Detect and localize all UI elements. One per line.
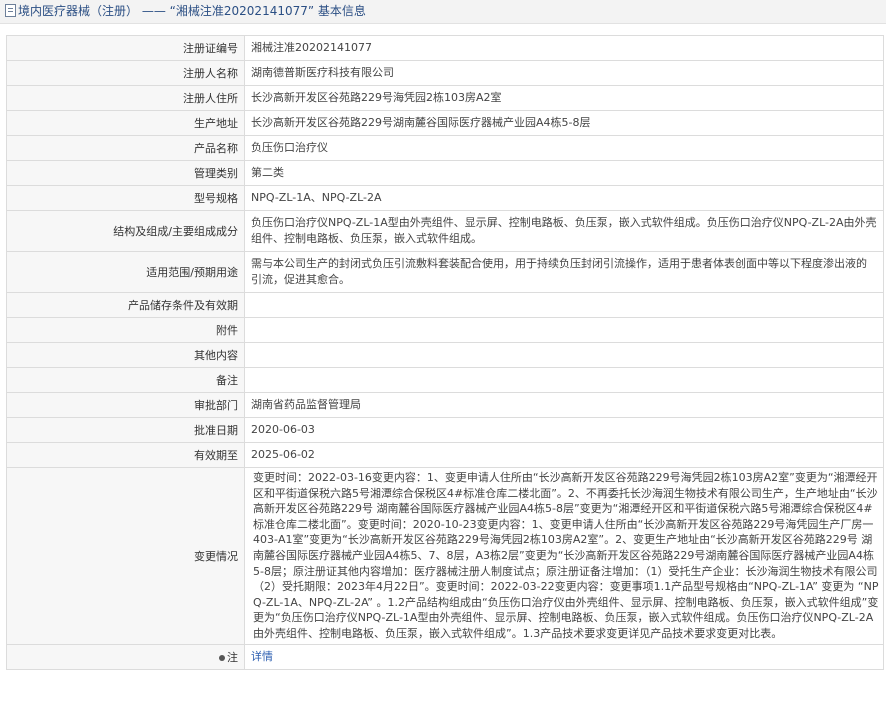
- label-model: 型号规格: [6, 185, 245, 211]
- value-address: 长沙高新开发区谷苑路229号海凭园2栋103房A2室: [244, 85, 884, 111]
- value-approve-date: 2020-06-03: [244, 417, 884, 443]
- row-production-address: 生产地址 长沙高新开发区谷苑路229号湖南麓谷国际医疗器械产业园A4栋5-8层: [6, 110, 884, 136]
- breadcrumb-category[interactable]: 境内医疗器械（注册）: [18, 4, 138, 18]
- label-address: 注册人住所: [6, 85, 245, 111]
- row-other: 其他内容: [6, 342, 884, 368]
- label-note: 注: [227, 650, 238, 664]
- pin-icon: [219, 654, 225, 661]
- label-category: 管理类别: [6, 160, 245, 186]
- breadcrumb-section: 基本信息: [317, 4, 366, 18]
- label-other: 其他内容: [6, 342, 245, 368]
- value-other: [244, 342, 884, 368]
- label-remark: 备注: [6, 367, 245, 393]
- label-storage: 产品储存条件及有效期: [6, 292, 245, 318]
- label-registrant: 注册人名称: [6, 60, 245, 86]
- label-reg-no: 注册证编号: [6, 35, 245, 61]
- label-dept: 审批部门: [6, 392, 245, 418]
- label-production-address: 生产地址: [6, 110, 245, 136]
- details-link[interactable]: 详情: [251, 650, 273, 663]
- label-scope: 适用范围/预期用途: [6, 251, 245, 293]
- row-registrant: 注册人名称 湖南德普斯医疗科技有限公司: [6, 60, 884, 86]
- value-category: 第二类: [244, 160, 884, 186]
- value-registrant: 湖南德普斯医疗科技有限公司: [244, 60, 884, 86]
- row-remark: 备注: [6, 367, 884, 393]
- row-reg-no: 注册证编号 湘械注准20202141077: [6, 35, 884, 61]
- label-changes: 变更情况: [6, 467, 245, 645]
- value-dept: 湖南省药品监督管理局: [244, 392, 884, 418]
- row-category: 管理类别 第二类: [6, 160, 884, 186]
- value-remark: [244, 367, 884, 393]
- document-icon: [5, 4, 16, 17]
- label-note-cell: 注: [6, 643, 245, 670]
- row-storage: 产品储存条件及有效期: [6, 292, 884, 318]
- label-approve-date: 批准日期: [6, 417, 245, 443]
- value-expire-date: 2025-06-02: [244, 442, 884, 468]
- row-approve-date: 批准日期 2020-06-03: [6, 417, 884, 443]
- row-expire-date: 有效期至 2025-06-02: [6, 442, 884, 468]
- breadcrumb-record: “湘械注准20202141077”: [169, 4, 315, 18]
- row-scope: 适用范围/预期用途 需与本公司生产的封闭式负压引流敷料套装配合使用，用于持续负压…: [6, 251, 884, 293]
- row-structure: 结构及组成/主要组成成分 负压伤口治疗仪NPQ-ZL-1A型由外壳组件、显示屏、…: [6, 210, 884, 252]
- row-dept: 审批部门 湖南省药品监督管理局: [6, 392, 884, 418]
- value-storage: [244, 292, 884, 318]
- value-reg-no: 湘械注准20202141077: [244, 35, 884, 61]
- value-changes: 变更时间：2022-03-16变更内容：1、变更申请人住所由“长沙高新开发区谷苑…: [244, 467, 884, 645]
- row-attachment: 附件: [6, 317, 884, 343]
- value-attachment: [244, 317, 884, 343]
- value-model: NPQ-ZL-1A、NPQ-ZL-2A: [244, 185, 884, 211]
- detail-table: 注册证编号 湘械注准20202141077 注册人名称 湖南德普斯医疗科技有限公…: [6, 35, 884, 670]
- value-production-address: 长沙高新开发区谷苑路229号湖南麓谷国际医疗器械产业园A4栋5-8层: [244, 110, 884, 136]
- row-model: 型号规格 NPQ-ZL-1A、NPQ-ZL-2A: [6, 185, 884, 211]
- value-structure: 负压伤口治疗仪NPQ-ZL-1A型由外壳组件、显示屏、控制电路板、负压泵，嵌入式…: [244, 210, 884, 252]
- label-attachment: 附件: [6, 317, 245, 343]
- label-expire-date: 有效期至: [6, 442, 245, 468]
- value-product-name: 负压伤口治疗仪: [244, 135, 884, 161]
- breadcrumb-separator: ——: [141, 4, 166, 18]
- breadcrumb: 境内医疗器械（注册） —— “湘械注准20202141077” 基本信息: [0, 0, 886, 24]
- label-structure: 结构及组成/主要组成成分: [6, 210, 245, 252]
- detail-panel: 注册证编号 湘械注准20202141077 注册人名称 湖南德普斯医疗科技有限公…: [6, 35, 884, 670]
- row-address: 注册人住所 长沙高新开发区谷苑路229号海凭园2栋103房A2室: [6, 85, 884, 111]
- row-changes: 变更情况 变更时间：2022-03-16变更内容：1、变更申请人住所由“长沙高新…: [6, 467, 884, 645]
- row-product-name: 产品名称 负压伤口治疗仪: [6, 135, 884, 161]
- label-product-name: 产品名称: [6, 135, 245, 161]
- row-note: 注 详情: [6, 643, 884, 670]
- value-note-cell: 详情: [244, 643, 884, 670]
- value-scope: 需与本公司生产的封闭式负压引流敷料套装配合使用，用于持续负压封闭引流操作，适用于…: [244, 251, 884, 293]
